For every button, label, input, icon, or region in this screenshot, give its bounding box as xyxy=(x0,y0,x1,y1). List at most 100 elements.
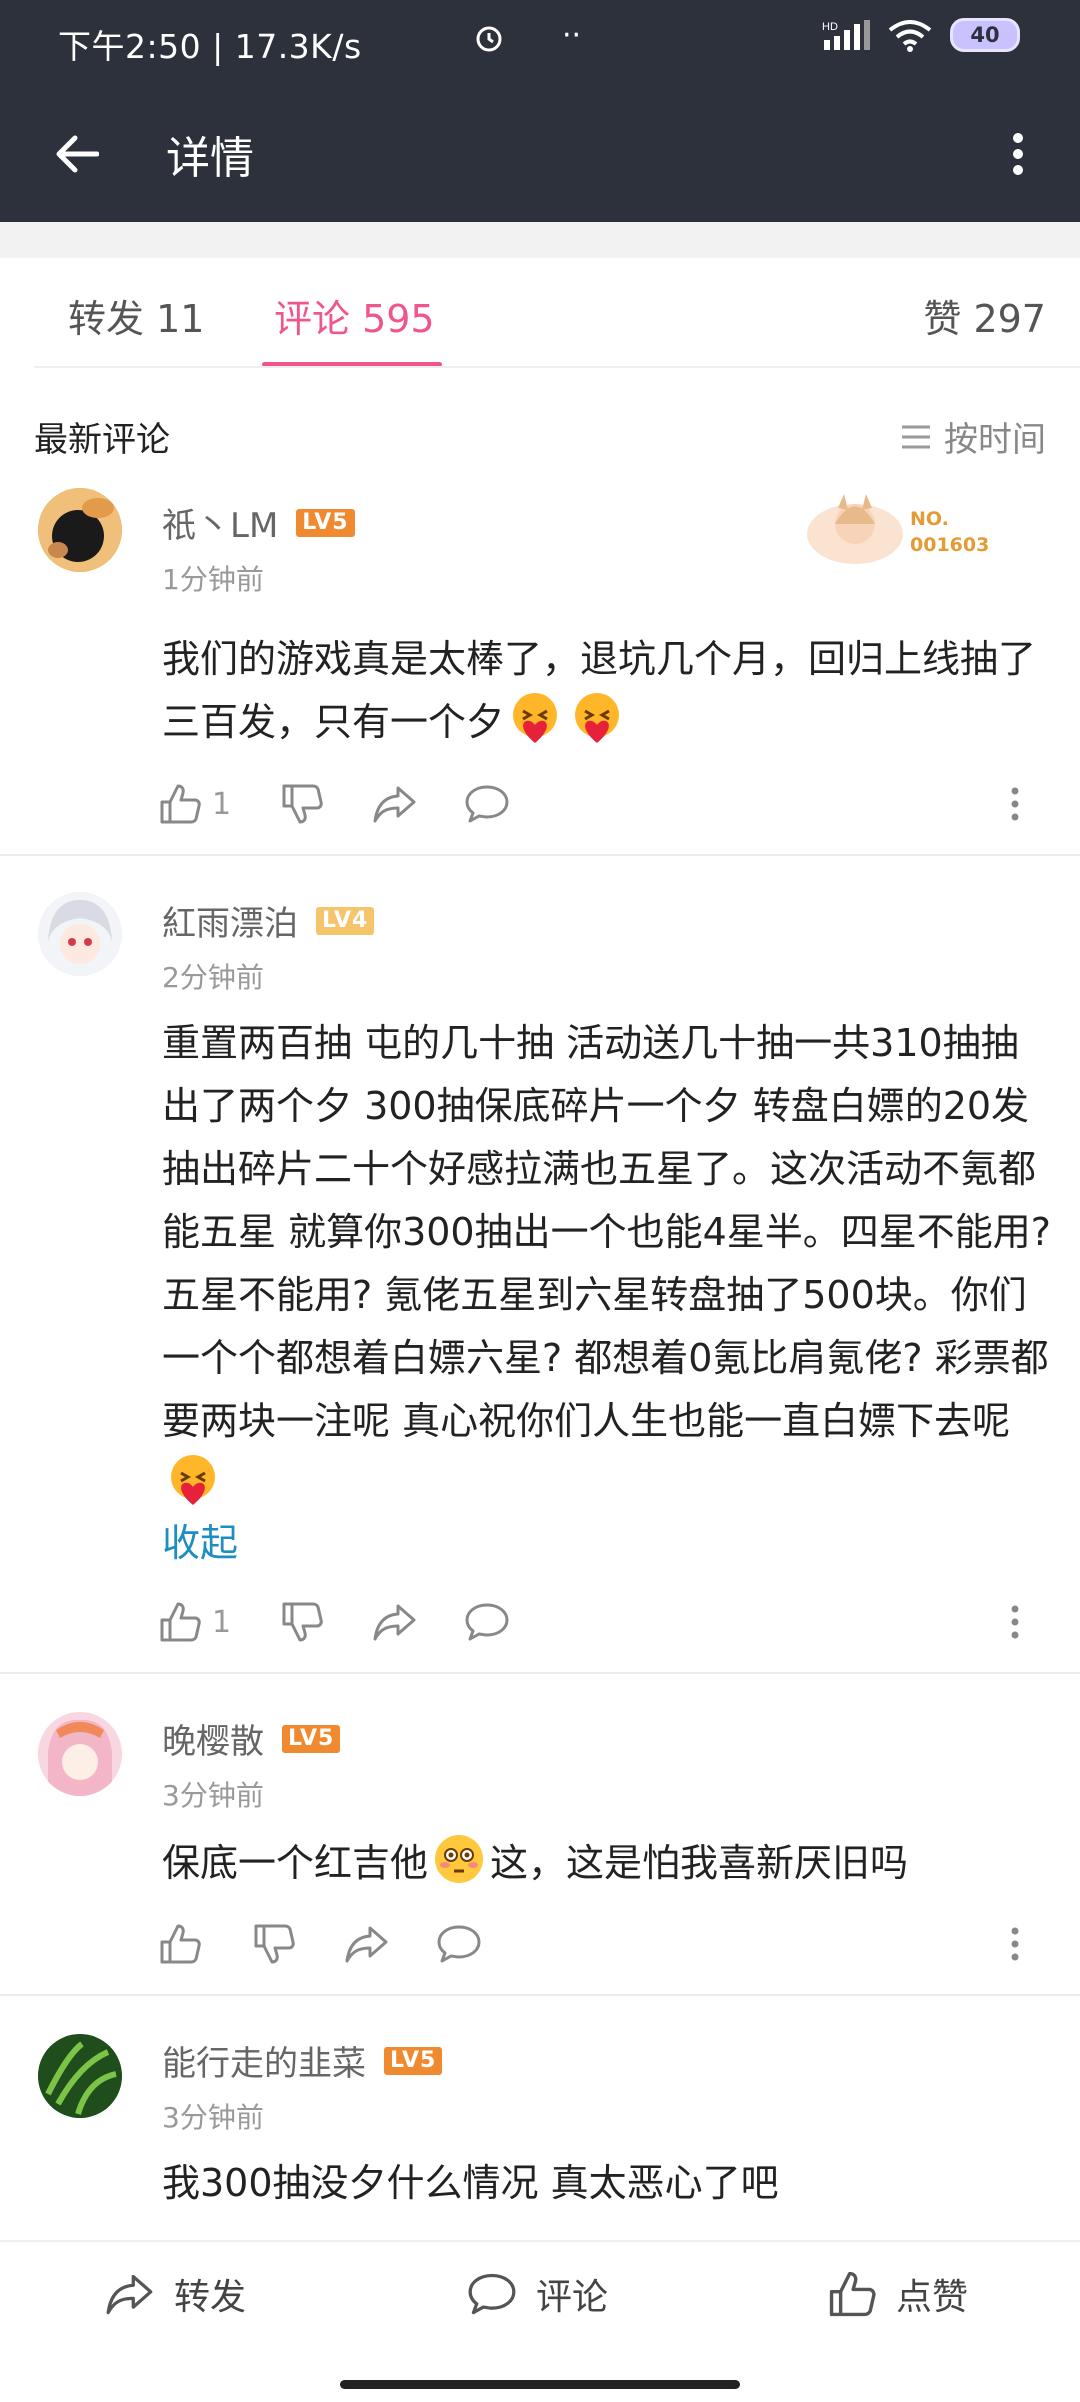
bottom-action-bar: 转发 评论 点赞 xyxy=(0,2240,1080,2402)
more-vertical-icon xyxy=(1011,1927,1019,1961)
level-badge: LV4 xyxy=(316,906,375,935)
page-title: 详情 xyxy=(166,133,254,184)
share-arrow-icon xyxy=(373,1604,416,1641)
level-badge: LV5 xyxy=(282,1724,341,1753)
comment-text: 保底一个红吉他 这，这是怕我喜新厌旧吗 xyxy=(162,1832,1052,1895)
avatar[interactable] xyxy=(38,2034,122,2118)
green-plant-avatar-image xyxy=(38,2034,122,2118)
comment-divider xyxy=(0,854,1080,856)
comment-body: 保底一个红吉他 xyxy=(162,1841,429,1885)
more-vertical-icon xyxy=(1011,1605,1019,1639)
chat-bubble-icon xyxy=(465,1603,509,1641)
status-bar: 下午2:50 | 17.3K/s ·· HD 40 xyxy=(0,0,1080,84)
thumbs-up-icon xyxy=(829,2271,876,2317)
avatar[interactable] xyxy=(38,1712,122,1796)
like-label: 点赞 xyxy=(896,2277,969,2318)
comment-time: 3分钟前 xyxy=(162,2101,264,2134)
share-arrow-icon xyxy=(106,2274,153,2315)
header: 详情 xyxy=(0,84,1080,222)
share-button[interactable] xyxy=(344,1916,390,1972)
thumbs-up-icon xyxy=(160,784,201,824)
reply-button[interactable] xyxy=(464,776,510,832)
avatar[interactable] xyxy=(38,488,122,572)
level-badge: LV5 xyxy=(296,508,355,537)
flushed-face-emoji-icon xyxy=(435,1835,484,1883)
comment-body-continued: 这，这是怕我喜新厌旧吗 xyxy=(490,1841,909,1885)
home-indicator[interactable] xyxy=(340,2380,740,2389)
pink-hair-girl-avatar-image xyxy=(38,1712,122,1796)
comment-more-button[interactable] xyxy=(1000,1916,1030,1972)
comment-time: 2分钟前 xyxy=(162,961,264,994)
thumbs-down-icon xyxy=(282,1602,323,1642)
comment-username-row: 晚樱散 LV5 xyxy=(162,1714,341,1763)
arrow-left-icon xyxy=(56,135,99,173)
comment-text: 我300抽没夕什么情况 真太恶心了吧 xyxy=(162,2152,1052,2215)
avatar[interactable] xyxy=(38,892,122,976)
sort-label: 按时间 xyxy=(944,420,1046,460)
username[interactable]: 能行走的韭菜 xyxy=(162,2036,366,2085)
comment-time: 1分钟前 xyxy=(162,563,264,596)
comment-label: 评论 xyxy=(536,2277,609,2318)
like-button[interactable] xyxy=(158,1916,212,1972)
comment-section-header: 最新评论 按时间 xyxy=(34,404,1046,464)
dislike-button[interactable] xyxy=(280,776,324,832)
thumbs-down-icon xyxy=(282,784,323,824)
cat-avatar-image xyxy=(38,488,122,572)
tab-likes[interactable]: 赞 297 xyxy=(923,288,1046,343)
reply-button[interactable] xyxy=(464,1594,510,1650)
comment-username-row: 祇丶LM LV5 xyxy=(162,498,355,547)
comment-button[interactable]: 评论 xyxy=(466,2262,608,2326)
cellular-signal-icon: HD xyxy=(822,20,870,50)
reply-button[interactable] xyxy=(436,1916,482,1972)
username[interactable]: 紅雨漂泊 xyxy=(162,896,298,945)
comment-text: 我们的游戏真是太棒了，退坑几个月，回归上线抽了三百发，只有一个夕 xyxy=(162,628,1052,754)
back-button[interactable] xyxy=(40,118,112,190)
tabs-divider xyxy=(34,366,1080,368)
username[interactable]: 祇丶LM xyxy=(162,498,278,547)
comment-time: 3分钟前 xyxy=(162,1779,264,1812)
like-button[interactable]: 1 xyxy=(158,1594,231,1650)
tab-comments[interactable]: 评论 595 xyxy=(274,288,435,343)
fan-badge: NO. 001603 xyxy=(800,484,1000,572)
more-vertical-icon xyxy=(1011,787,1019,821)
dislike-button[interactable] xyxy=(280,1594,324,1650)
network-type-label: HD xyxy=(822,21,838,33)
comment-username-row: 能行走的韭菜 LV5 xyxy=(162,2036,443,2085)
like-post-button[interactable]: 点赞 xyxy=(826,2262,968,2326)
alarm-icon xyxy=(476,26,502,52)
comment-more-button[interactable] xyxy=(1000,1594,1030,1650)
chat-bubble-icon xyxy=(468,2273,516,2315)
comment-body: 重置两百抽 屯的几十抽 活动送几十抽一共310抽抽出了两个夕 300抽保底碎片一… xyxy=(162,1021,1051,1443)
chat-bubble-icon xyxy=(437,1925,481,1963)
like-button[interactable]: 1 xyxy=(158,776,231,832)
share-button[interactable] xyxy=(372,1594,418,1650)
share-arrow-icon xyxy=(345,1926,388,1963)
more-notifications-icon: ·· xyxy=(562,18,582,53)
comment-divider xyxy=(0,1672,1080,1674)
content-separator xyxy=(0,222,1080,258)
top-app-bar: 下午2:50 | 17.3K/s ·· HD 40 详情 xyxy=(0,0,1080,222)
dislike-button[interactable] xyxy=(252,1916,296,1972)
badge-line2: 001603 xyxy=(910,534,990,556)
comment-body: 我300抽没夕什么情况 真太恶心了吧 xyxy=(162,2161,779,2205)
tab-forward[interactable]: 转发 11 xyxy=(68,288,204,343)
forward-button[interactable]: 转发 xyxy=(104,2262,246,2326)
badge-line1: NO. xyxy=(910,508,949,530)
like-count: 1 xyxy=(212,1604,232,1640)
thumbs-up-icon xyxy=(160,1602,201,1642)
anime-girl-badge-image xyxy=(807,494,903,564)
username[interactable]: 晚樱散 xyxy=(162,1714,264,1763)
wifi-icon xyxy=(888,20,932,52)
share-button[interactable] xyxy=(372,776,418,832)
comment-more-button[interactable] xyxy=(1000,776,1030,832)
level-badge: LV5 xyxy=(384,2046,443,2075)
section-title: 最新评论 xyxy=(34,420,170,460)
comment-divider xyxy=(0,1994,1080,1996)
thumbs-down-icon xyxy=(254,1924,295,1964)
thumbs-up-icon xyxy=(160,1924,201,1964)
overflow-menu-button[interactable] xyxy=(982,118,1054,190)
status-icons: ·· HD 40 xyxy=(476,18,1020,53)
white-hair-girl-avatar-image xyxy=(38,892,122,976)
collapse-link[interactable]: 收起 xyxy=(162,1512,238,1567)
sort-button[interactable]: 按时间 xyxy=(900,412,1046,461)
